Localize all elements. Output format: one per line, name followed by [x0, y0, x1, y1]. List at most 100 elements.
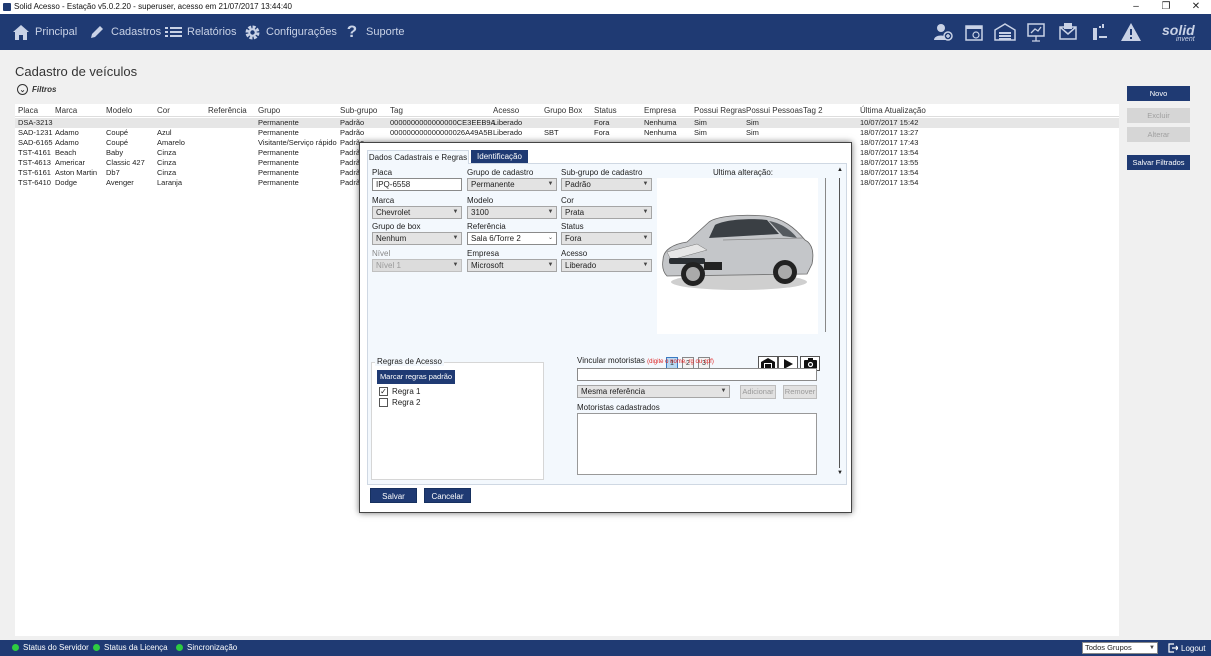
nav-item-configuracoes[interactable]: Configurações: [243, 14, 337, 50]
marca-select[interactable]: Chevrolet ▼: [372, 206, 462, 219]
edit-button[interactable]: Alterar: [1127, 127, 1190, 142]
status-select[interactable]: Fora ▼: [561, 232, 652, 245]
chevron-down-icon: ⌄: [547, 235, 554, 241]
motoristas-input[interactable]: [577, 368, 817, 381]
table-cell: 18/07/2017 13:54: [860, 168, 919, 177]
referencia-label: Referência: [467, 222, 506, 231]
key-card-icon[interactable]: [1087, 20, 1111, 44]
logout-label: Logout: [1181, 643, 1206, 653]
column-header[interactable]: Grupo Box: [544, 106, 582, 115]
table-cell: Fora: [594, 128, 610, 137]
scroll-down-icon[interactable]: ▼: [836, 470, 844, 476]
delete-button[interactable]: Excluir: [1127, 108, 1190, 123]
chevron-down-icon: ▼: [642, 235, 649, 241]
referencia-select[interactable]: Sala 6/Torre 2 ⌄: [467, 232, 557, 245]
photo-scroll-track[interactable]: [825, 178, 831, 332]
restore-button[interactable]: ❐: [1151, 0, 1181, 14]
table-cell: Padrã: [340, 168, 361, 177]
tab-dados-cadastrais[interactable]: Dados Cadastrais e Regras: [367, 150, 469, 164]
nav-label-principal: Principal: [35, 26, 78, 38]
column-header[interactable]: Grupo: [258, 106, 280, 115]
column-header[interactable]: Tag 2: [803, 106, 823, 115]
column-header[interactable]: Sub-grupo: [340, 106, 377, 115]
close-button[interactable]: ✕: [1181, 0, 1211, 14]
registered-drivers-list[interactable]: [577, 413, 817, 475]
column-header[interactable]: Tag: [390, 106, 403, 115]
acesso-value: Liberado: [565, 261, 597, 270]
panel-scrollbar[interactable]: ▲ ▼: [836, 167, 844, 479]
motoristas-label: Vincular motoristas (digite o nome, rg o…: [577, 356, 714, 365]
gear-icon: [243, 23, 261, 41]
calendar-icon[interactable]: [962, 20, 986, 44]
marca-label: Marca: [372, 196, 395, 205]
table-cell: Sim: [746, 118, 759, 127]
minimize-button[interactable]: –: [1121, 0, 1151, 14]
grupo-box-select[interactable]: Nenhum ▼: [372, 232, 462, 245]
remove-driver-button[interactable]: Remover: [783, 385, 817, 399]
scroll-thumb[interactable]: [839, 178, 840, 468]
checkbox-checked-icon: ✓: [379, 387, 388, 396]
mark-default-rules-button[interactable]: Marcar regras padrão: [377, 370, 455, 384]
nav-item-suporte[interactable]: ? Suporte: [343, 14, 405, 50]
nav-item-cadastros[interactable]: Cadastros: [88, 14, 161, 50]
filters-toggle[interactable]: ⌄ Filtros: [17, 84, 56, 95]
modelo-label: Modelo: [467, 196, 494, 205]
add-driver-button[interactable]: Adicionar: [740, 385, 776, 399]
chevron-down-icon: ▼: [642, 262, 649, 268]
nav-label-configuracoes: Configurações: [266, 26, 337, 38]
rule-2-checkbox[interactable]: Regra 2: [379, 398, 420, 407]
nav-label-relatorios: Relatórios: [187, 26, 237, 38]
scroll-up-icon[interactable]: ▲: [836, 167, 844, 173]
nivel-value: Nível 1: [376, 261, 401, 270]
nav-item-relatorios[interactable]: Relatórios: [164, 14, 237, 50]
acesso-select[interactable]: Liberado ▼: [561, 259, 652, 272]
chart-board-icon[interactable]: [1024, 20, 1048, 44]
garage-icon[interactable]: [993, 20, 1017, 44]
column-header[interactable]: Última Atualização: [860, 106, 926, 115]
warning-icon[interactable]: [1119, 20, 1143, 44]
tab-identificacao[interactable]: Identificação: [471, 150, 528, 164]
empresa-select[interactable]: Microsoft ▼: [467, 259, 557, 272]
column-header[interactable]: Acesso: [493, 106, 519, 115]
save-filtered-button[interactable]: Salvar Filtrados: [1127, 155, 1190, 170]
add-user-icon[interactable]: [931, 20, 955, 44]
table-row[interactable]: SAD-1231 Adamo Coupé Azul Permanente Padrão 00…: [15, 128, 1119, 138]
column-header[interactable]: Cor: [157, 106, 170, 115]
column-header[interactable]: Modelo: [106, 106, 132, 115]
rule-1-label: Regra 1: [392, 387, 421, 396]
cor-select[interactable]: Prata ▼: [561, 206, 652, 219]
column-header[interactable]: Placa: [18, 106, 38, 115]
logout-button[interactable]: Logout: [1168, 643, 1205, 653]
table-cell: Coupé: [106, 138, 129, 147]
subgrupo-select[interactable]: Padrão ▼: [561, 178, 652, 191]
photo-area: [657, 178, 818, 334]
nav-item-principal[interactable]: Principal: [12, 14, 77, 50]
list-icon: [164, 23, 182, 41]
placa-input[interactable]: IPQ-6558: [372, 178, 462, 191]
new-button[interactable]: Novo: [1127, 86, 1190, 101]
column-header[interactable]: Possui Regras: [694, 106, 746, 115]
nivel-select[interactable]: Nível 1 ▼: [372, 259, 462, 272]
grupo-select[interactable]: Permanente ▼: [467, 178, 557, 191]
group-select[interactable]: Todos Grupos ▼: [1082, 642, 1158, 654]
table-cell: 0000000000000000CE3EEB9A: [390, 118, 496, 127]
column-header[interactable]: Possui Pessoas: [746, 106, 803, 115]
table-cell: SBT: [544, 128, 559, 137]
rule-1-checkbox[interactable]: ✓ Regra 1: [379, 387, 420, 396]
reference-filter-select[interactable]: Mesma referência ▼: [577, 385, 730, 398]
column-header[interactable]: Referência: [208, 106, 247, 115]
last-change-label: Ultima alteração:: [713, 168, 774, 177]
cancel-button[interactable]: Cancelar: [424, 488, 471, 503]
table-row[interactable]: DSA-3213 Permanente Padrão 0000000000000000…: [15, 118, 1119, 128]
save-button[interactable]: Salvar: [370, 488, 417, 503]
registered-drivers-label: Motoristas cadastrados: [577, 403, 660, 412]
table-cell: Sim: [694, 128, 707, 137]
table-cell: Dodge: [55, 178, 78, 187]
column-header[interactable]: Status: [594, 106, 617, 115]
column-header[interactable]: Marca: [55, 106, 77, 115]
page-title: Cadastro de veículos: [15, 64, 138, 79]
chevron-down-icon: ▼: [452, 209, 459, 215]
mail-icon[interactable]: [1056, 20, 1080, 44]
column-header[interactable]: Empresa: [644, 106, 676, 115]
modelo-select[interactable]: 3100 ▼: [467, 206, 557, 219]
